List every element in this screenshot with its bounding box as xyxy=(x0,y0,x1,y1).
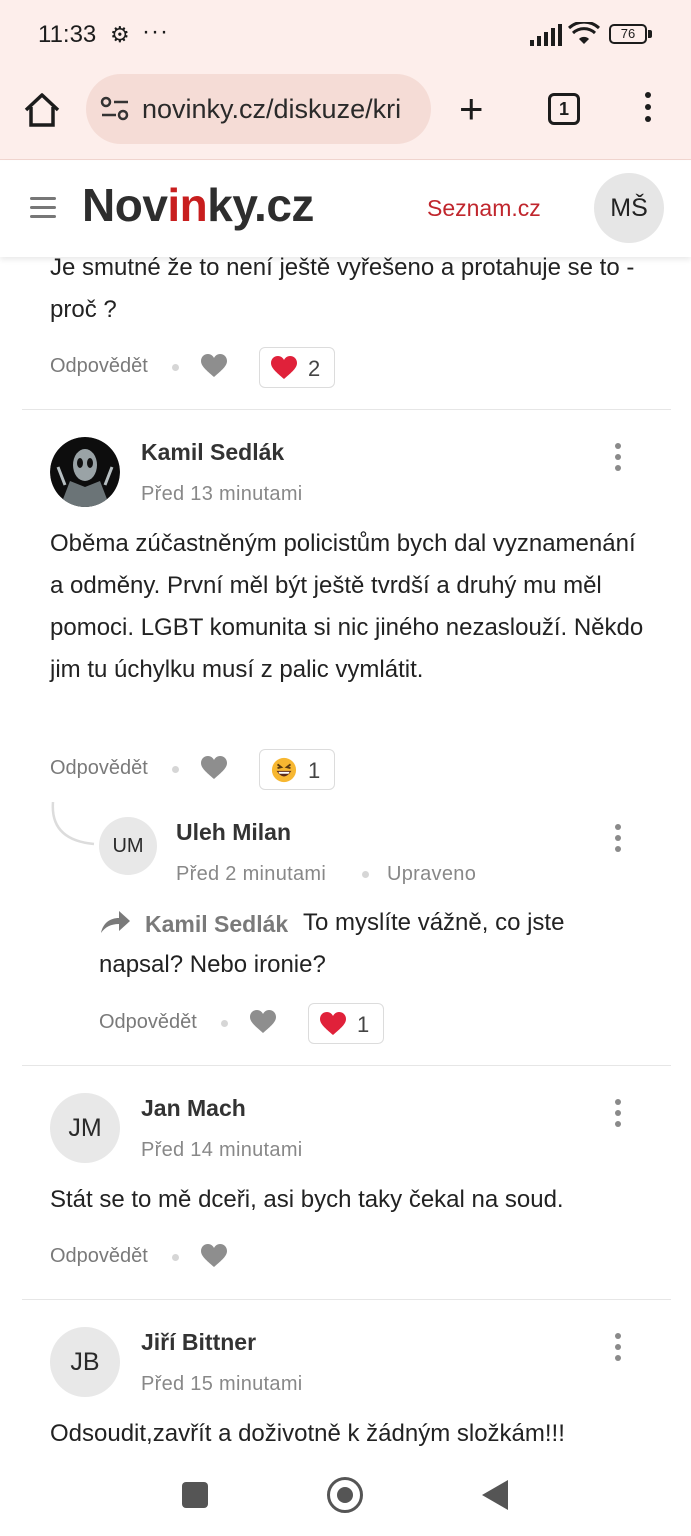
url-text[interactable]: novinky.cz/diskuze/kri xyxy=(142,94,422,125)
comment-time: Před 14 minutami xyxy=(141,1139,303,1161)
novinky-logo[interactable]: Novinky.cz xyxy=(82,178,314,232)
separator-dot xyxy=(172,1254,179,1261)
back-button[interactable] xyxy=(482,1480,508,1510)
recents-button[interactable] xyxy=(182,1482,208,1508)
comment-actions: Odpovědět xyxy=(50,1237,350,1277)
reaction-count: 2 xyxy=(308,356,321,381)
like-heart-icon[interactable] xyxy=(200,353,228,379)
comment-menu-icon[interactable] xyxy=(612,1333,624,1365)
battery-tip xyxy=(648,30,652,38)
author-name[interactable]: Jiří Bittner xyxy=(141,1329,256,1356)
battery-icon: 76 xyxy=(609,24,647,44)
comment-actions: Odpovědět 1 xyxy=(50,749,350,790)
separator-dot xyxy=(172,766,179,773)
divider xyxy=(22,1299,671,1300)
comment-menu-icon[interactable] xyxy=(612,1099,624,1131)
system-navigation-bar xyxy=(0,1460,691,1536)
reply-button[interactable]: Odpovědět xyxy=(50,757,148,780)
comment-time: Před 13 minutami xyxy=(141,483,303,505)
red-heart-icon xyxy=(271,356,297,379)
reply-button[interactable]: Odpovědět xyxy=(99,1011,197,1034)
comment-text: Stát se to mě dceři, asi bych taky čekal… xyxy=(50,1186,564,1213)
author-avatar[interactable]: JB xyxy=(50,1327,120,1397)
new-tab-icon[interactable]: + xyxy=(459,88,484,130)
reaction-count: 1 xyxy=(357,1012,370,1037)
tab-switcher-button[interactable]: 1 xyxy=(548,93,580,125)
red-heart-icon xyxy=(320,1012,346,1035)
author-name[interactable]: Kamil Sedlák xyxy=(141,439,284,466)
like-heart-icon[interactable] xyxy=(200,1243,228,1269)
reaction-counter[interactable]: 2 xyxy=(259,347,335,388)
settings-icon: ⚙ xyxy=(110,22,130,47)
like-heart-icon[interactable] xyxy=(200,755,228,781)
status-bar: 11:33 ⚙ ··· 76 xyxy=(0,0,691,68)
hamburger-menu-icon[interactable] xyxy=(30,197,56,219)
comment-time: Před 2 minutami xyxy=(176,863,327,885)
separator-dot xyxy=(221,1020,228,1027)
seznam-link[interactable]: Seznam.cz xyxy=(427,195,541,222)
author-avatar[interactable]: JM xyxy=(50,1093,120,1163)
address-bar[interactable]: novinky.cz/diskuze/kri xyxy=(86,74,431,144)
status-more-dots: ··· xyxy=(142,18,169,45)
comment-text: To myslíte vážně, co jste napsal? Nebo i… xyxy=(99,909,565,978)
divider xyxy=(22,409,671,410)
comment-text: Odsoudit,zavřít a doživotně k žádným slo… xyxy=(50,1420,565,1447)
comment-time: Před 15 minutami xyxy=(141,1373,303,1395)
like-heart-icon[interactable] xyxy=(249,1009,277,1035)
laughing-emoji-icon xyxy=(271,757,297,783)
browser-menu-icon[interactable] xyxy=(636,92,660,128)
home-button[interactable] xyxy=(327,1477,363,1513)
reply-thread-line xyxy=(51,802,95,846)
comment-text: Oběma zúčastněným policistům bych dal vy… xyxy=(50,530,644,683)
comment-actions: Odpovědět 2 xyxy=(50,347,350,388)
reaction-count: 1 xyxy=(308,758,321,783)
site-settings-icon[interactable] xyxy=(100,96,130,122)
comment-text: Je smutné že to není ještě vyřešeno a pr… xyxy=(50,254,635,323)
author-name[interactable]: Jan Mach xyxy=(141,1095,246,1122)
wifi-icon xyxy=(568,22,600,44)
comment-actions: Odpovědět 1 xyxy=(99,1003,399,1044)
author-avatar[interactable]: UM xyxy=(99,817,157,875)
author-avatar-image[interactable] xyxy=(50,437,120,507)
comment-menu-icon[interactable] xyxy=(612,824,624,856)
home-icon[interactable] xyxy=(22,90,62,130)
browser-toolbar: novinky.cz/diskuze/kri + 1 xyxy=(0,68,691,160)
signal-icon xyxy=(530,24,562,46)
separator-dot xyxy=(172,364,179,371)
user-avatar[interactable]: MŠ xyxy=(594,173,664,243)
divider xyxy=(22,1065,671,1066)
site-header: Novinky.cz Seznam.cz MŠ xyxy=(0,161,691,257)
author-name[interactable]: Uleh Milan xyxy=(176,819,291,846)
reply-button[interactable]: Odpovědět xyxy=(50,1245,148,1268)
comment-menu-icon[interactable] xyxy=(612,443,624,475)
separator-dot xyxy=(362,871,369,878)
reaction-counter[interactable]: 1 xyxy=(259,749,335,790)
status-time: 11:33 xyxy=(38,21,97,48)
reply-button[interactable]: Odpovědět xyxy=(50,355,148,378)
edited-label: Upraveno xyxy=(387,863,477,885)
reaction-counter[interactable]: 1 xyxy=(308,1003,384,1044)
